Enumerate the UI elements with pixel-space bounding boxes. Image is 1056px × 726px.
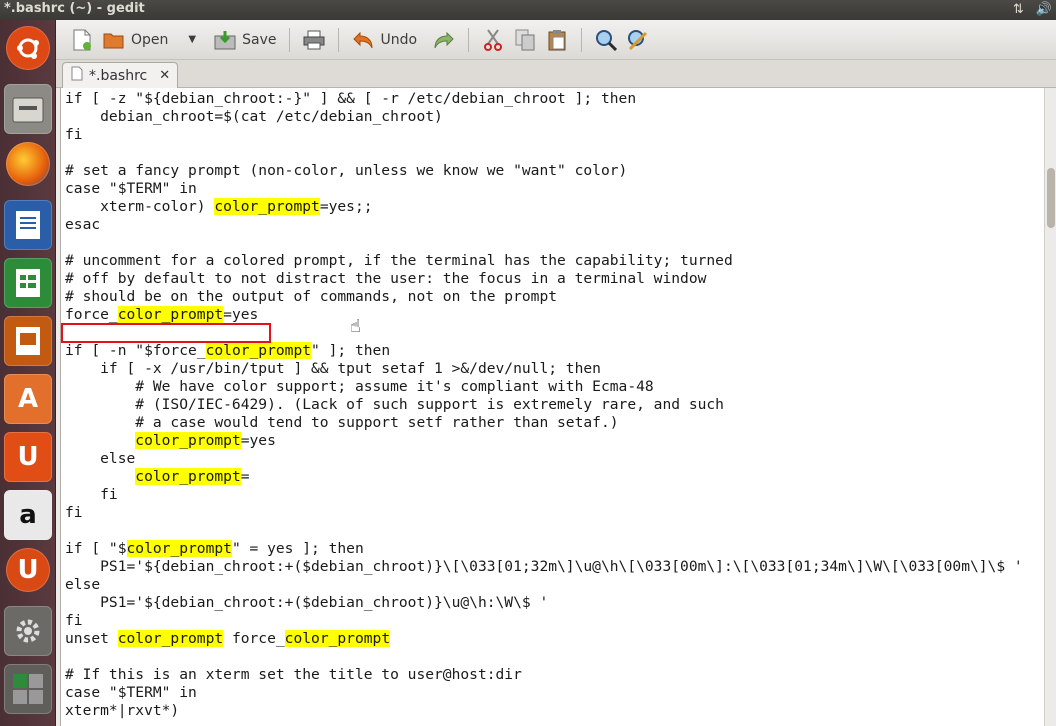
- writer-icon[interactable]: [4, 200, 52, 250]
- window-title: *.bashrc (~) - gedit: [4, 1, 145, 16]
- copy-icon: [514, 29, 536, 51]
- search-match: color_prompt: [135, 432, 241, 449]
- code-line[interactable]: else: [65, 576, 100, 594]
- code-line[interactable]: esac: [65, 216, 100, 234]
- save-button[interactable]: Save: [209, 24, 281, 56]
- save-icon: [214, 29, 236, 51]
- code-line[interactable]: debian_chroot=$(cat /etc/debian_chroot): [65, 108, 443, 126]
- search-match: color_prompt: [117, 306, 224, 323]
- impress-icon[interactable]: [4, 316, 52, 366]
- scissors-icon: [482, 28, 504, 51]
- save-label: Save: [242, 31, 277, 48]
- redo-button[interactable]: [428, 24, 460, 56]
- network-icon[interactable]: ⇅: [1013, 1, 1024, 19]
- folder-open-icon: [103, 29, 125, 51]
- toolbar-separator: [289, 27, 291, 52]
- code-line[interactable]: if [ "$color_prompt" = yes ]; then: [65, 540, 364, 558]
- open-label: Open: [131, 31, 169, 48]
- code-line[interactable]: # should be on the output of commands, n…: [65, 288, 557, 306]
- code-line[interactable]: xterm*|rxvt*): [65, 702, 179, 720]
- hand-cursor-icon: ☝: [350, 316, 361, 337]
- find-replace-button[interactable]: [622, 24, 654, 56]
- top-panel: *.bashrc (~) - gedit ⇅ 🔊: [0, 0, 1056, 20]
- scrollbar-thumb[interactable]: [1047, 168, 1055, 228]
- code-line[interactable]: case "$TERM" in: [65, 684, 197, 702]
- amazon-icon[interactable]: a: [4, 490, 52, 540]
- ubuntu-home-icon[interactable]: [6, 26, 50, 70]
- files-icon[interactable]: [4, 84, 52, 134]
- code-line[interactable]: # a case would tend to support setf rath…: [65, 414, 618, 432]
- vertical-scrollbar[interactable]: [1044, 88, 1056, 726]
- ubuntu-one-icon[interactable]: U: [4, 432, 52, 482]
- chevron-down-icon[interactable]: ▼: [188, 34, 196, 45]
- software-center-icon[interactable]: A: [4, 374, 52, 424]
- print-button[interactable]: [298, 24, 330, 56]
- volume-icon[interactable]: 🔊: [1036, 1, 1052, 19]
- find-replace-icon: [627, 29, 649, 51]
- search-match: color_prompt: [205, 342, 312, 359]
- gedit-window: Open ▼ Save Undo *.bashrc ✕ if [-z "${d…: [56, 20, 1056, 726]
- cut-button[interactable]: [477, 24, 509, 56]
- code-line[interactable]: if [ -n "$force_color_prompt" ]; then: [65, 342, 390, 360]
- search-match: color_prompt: [117, 630, 224, 647]
- ubuntu-one-music-icon[interactable]: U: [6, 548, 50, 592]
- find-button[interactable]: [590, 24, 622, 56]
- search-match: color_prompt: [126, 540, 232, 557]
- search-icon: [595, 29, 618, 51]
- tab-bar: *.bashrc ✕: [56, 60, 1056, 88]
- text-document-icon: [71, 66, 83, 85]
- system-settings-icon[interactable]: [4, 606, 52, 656]
- code-line[interactable]: # (ISO/IEC-6429). (Lack of such support …: [65, 396, 724, 414]
- search-match: color_prompt: [135, 468, 241, 485]
- calc-icon[interactable]: [4, 258, 52, 308]
- toolbar-separator: [338, 27, 340, 52]
- code-line[interactable]: PS1='${debian_chroot:+($debian_chroot)}\…: [65, 558, 1023, 576]
- toolbar: Open ▼ Save Undo: [56, 20, 1056, 60]
- code-line[interactable]: PS1='${debian_chroot:+($debian_chroot)}\…: [65, 594, 548, 612]
- code-line[interactable]: # If this is an xterm set the title to u…: [65, 666, 522, 684]
- system-tray: ⇅ 🔊: [1013, 1, 1052, 19]
- paste-clipboard-icon: [546, 29, 568, 51]
- search-match: color_prompt: [214, 198, 320, 215]
- printer-icon: [303, 29, 325, 51]
- search-match: color_prompt: [284, 630, 391, 647]
- code-line[interactable]: # We have color support; assume it's com…: [65, 378, 653, 396]
- text-editor[interactable]: if [ -z "${debian_chroot:-}" ] && [ -r /…: [60, 88, 1056, 726]
- undo-label: Undo: [380, 31, 418, 48]
- firefox-icon[interactable]: [6, 142, 50, 186]
- code-line[interactable]: case "$TERM" in: [65, 180, 197, 198]
- tab-label: *.bashrc: [89, 67, 148, 84]
- code-line[interactable]: # uncomment for a colored prompt, if the…: [65, 252, 733, 270]
- unity-launcher: A U a U: [0, 20, 56, 726]
- code-line[interactable]: if [ -z "${debian_chroot:-}" ] && [ -r /…: [65, 90, 636, 108]
- code-line[interactable]: unset color_prompt force_color_prompt: [65, 630, 391, 648]
- code-line[interactable]: fi: [65, 612, 83, 630]
- code-line[interactable]: xterm-color) color_prompt=yes;;: [65, 198, 373, 216]
- new-document-icon: [71, 29, 93, 51]
- code-line[interactable]: else: [65, 450, 135, 468]
- code-line[interactable]: fi: [65, 486, 118, 504]
- tab-bashrc[interactable]: *.bashrc ✕: [62, 62, 178, 88]
- code-line[interactable]: force_color_prompt=yes: [65, 306, 258, 324]
- code-line[interactable]: # set a fancy prompt (non-color, unless …: [65, 162, 627, 180]
- code-line[interactable]: fi: [65, 126, 83, 144]
- toolbar-separator: [468, 27, 470, 52]
- open-button[interactable]: Open ▼: [98, 24, 201, 56]
- code-line[interactable]: fi: [65, 504, 83, 522]
- paste-button[interactable]: [541, 24, 573, 56]
- code-line[interactable]: color_prompt=: [65, 468, 250, 486]
- code-line[interactable]: color_prompt=yes: [65, 432, 276, 450]
- toolbar-separator: [581, 27, 583, 52]
- close-icon[interactable]: ✕: [159, 68, 170, 83]
- undo-button[interactable]: Undo: [347, 24, 422, 56]
- undo-arrow-icon: [352, 29, 374, 51]
- code-line[interactable]: # off by default to not distract the use…: [65, 270, 706, 288]
- annotation-highlight-box: [61, 323, 271, 343]
- workspace-switcher-icon[interactable]: [4, 664, 52, 714]
- new-button[interactable]: [66, 24, 98, 56]
- code-line[interactable]: if [ -x /usr/bin/tput ] && tput setaf 1 …: [65, 360, 601, 378]
- copy-button[interactable]: [509, 24, 541, 56]
- redo-arrow-icon: [433, 29, 455, 51]
